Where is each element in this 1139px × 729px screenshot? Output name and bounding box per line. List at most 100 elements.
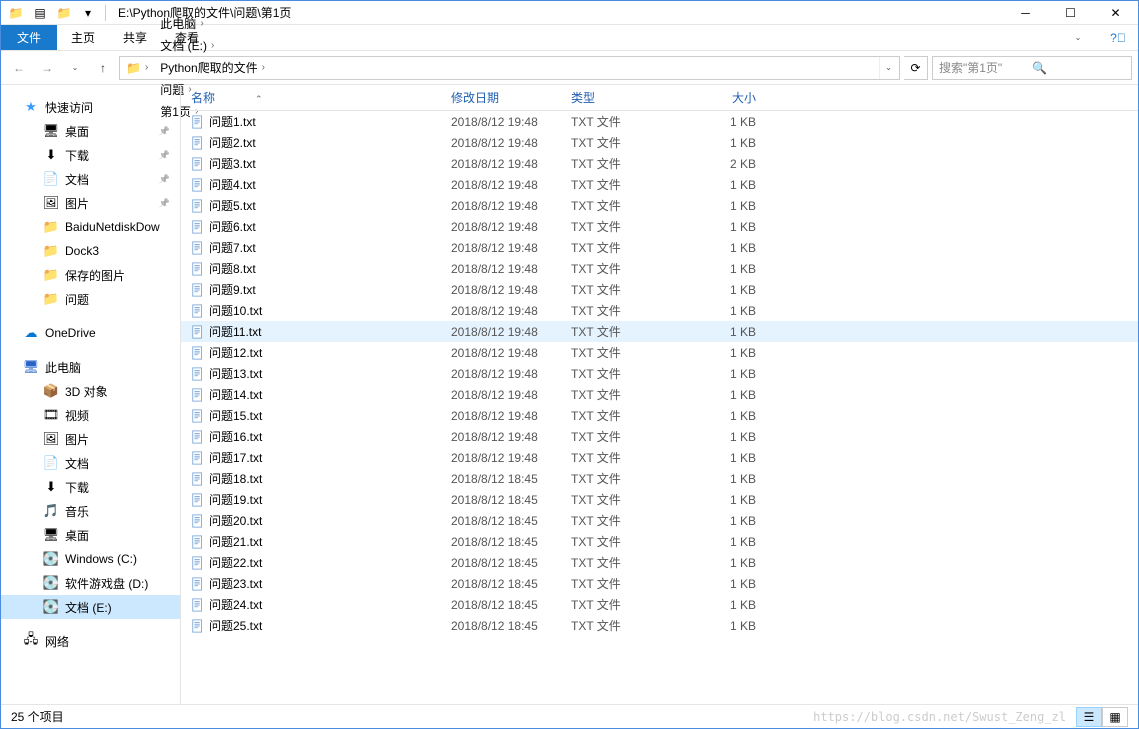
minimize-button[interactable]: ─ [1003, 1, 1048, 25]
sidebar-item[interactable]: 📦3D 对象 [1, 379, 180, 403]
thumbnails-view-button[interactable]: ▦ [1102, 707, 1128, 727]
file-row[interactable]: 问题22.txt 2018/8/12 18:45 TXT 文件 1 KB [181, 552, 1138, 573]
sidebar-item[interactable]: 🖥桌面 [1, 119, 180, 143]
breadcrumb-segment[interactable]: Python爬取的文件› [156, 57, 273, 79]
sidebar-item[interactable]: ⬇下载 [1, 475, 180, 499]
details-view-button[interactable]: ☰ [1076, 707, 1102, 727]
file-row[interactable]: 问题3.txt 2018/8/12 19:48 TXT 文件 2 KB [181, 153, 1138, 174]
txt-file-icon [191, 345, 209, 361]
file-row[interactable]: 问题20.txt 2018/8/12 18:45 TXT 文件 1 KB [181, 510, 1138, 531]
file-row[interactable]: 问题1.txt 2018/8/12 19:48 TXT 文件 1 KB [181, 111, 1138, 132]
txt-file-icon [191, 429, 209, 445]
file-row[interactable]: 问题9.txt 2018/8/12 19:48 TXT 文件 1 KB [181, 279, 1138, 300]
breadcrumb-segment[interactable]: 文档 (E:)› [156, 35, 273, 57]
file-row[interactable]: 问题4.txt 2018/8/12 19:48 TXT 文件 1 KB [181, 174, 1138, 195]
file-name: 问题25.txt [209, 617, 451, 634]
file-row[interactable]: 问题19.txt 2018/8/12 18:45 TXT 文件 1 KB [181, 489, 1138, 510]
header-date[interactable]: 修改日期 [451, 89, 571, 106]
file-size: 1 KB [686, 577, 756, 591]
breadcrumb-segment[interactable]: 此电脑› [156, 13, 273, 35]
tab-file[interactable]: 文件 [1, 25, 57, 50]
qat-dropdown-icon[interactable]: ▾ [77, 2, 99, 24]
sidebar-this-pc[interactable]: 🖥此电脑 [1, 355, 180, 379]
sidebar-item[interactable]: 📄文档 [1, 167, 180, 191]
sidebar-item[interactable]: 📄文档 [1, 451, 180, 475]
close-button[interactable]: ✕ [1093, 1, 1138, 25]
file-row[interactable]: 问题14.txt 2018/8/12 19:48 TXT 文件 1 KB [181, 384, 1138, 405]
file-row[interactable]: 问题5.txt 2018/8/12 19:48 TXT 文件 1 KB [181, 195, 1138, 216]
sidebar-item[interactable]: 🖼图片 [1, 427, 180, 451]
file-name: 问题14.txt [209, 386, 451, 403]
file-row[interactable]: 问题6.txt 2018/8/12 19:48 TXT 文件 1 KB [181, 216, 1138, 237]
help-icon[interactable]: ?⃝ [1098, 25, 1138, 50]
sidebar-item[interactable]: 🎞视频 [1, 403, 180, 427]
tab-home[interactable]: 主页 [57, 25, 109, 50]
txt-file-icon [191, 219, 209, 235]
file-row[interactable]: 问题25.txt 2018/8/12 18:45 TXT 文件 1 KB [181, 615, 1138, 636]
ribbon-expand-icon[interactable]: ⌄ [1058, 25, 1098, 50]
file-size: 1 KB [686, 283, 756, 297]
file-name: 问题22.txt [209, 554, 451, 571]
properties-icon[interactable]: ▤ [29, 2, 51, 24]
file-date: 2018/8/12 18:45 [451, 598, 571, 612]
tab-share[interactable]: 共享 [109, 25, 161, 50]
recent-dropdown[interactable]: ⌄ [63, 56, 87, 80]
sidebar-item[interactable]: 🖼图片 [1, 191, 180, 215]
file-row[interactable]: 问题21.txt 2018/8/12 18:45 TXT 文件 1 KB [181, 531, 1138, 552]
back-button[interactable]: ← [7, 56, 31, 80]
file-row[interactable]: 问题17.txt 2018/8/12 19:48 TXT 文件 1 KB [181, 447, 1138, 468]
path-dropdown-icon[interactable]: ⌄ [879, 57, 897, 79]
sidebar-item-label: 下载 [65, 147, 89, 164]
sidebar-item[interactable]: 💽Windows (C:) [1, 547, 180, 571]
sidebar-item[interactable]: 💽文档 (E:) [1, 595, 180, 619]
header-size[interactable]: 大小 [686, 89, 756, 106]
file-row[interactable]: 问题8.txt 2018/8/12 19:48 TXT 文件 1 KB [181, 258, 1138, 279]
file-row[interactable]: 问题2.txt 2018/8/12 19:48 TXT 文件 1 KB [181, 132, 1138, 153]
search-input[interactable]: 搜索"第1页" 🔍 [932, 56, 1132, 80]
file-row[interactable]: 问题13.txt 2018/8/12 19:48 TXT 文件 1 KB [181, 363, 1138, 384]
file-type: TXT 文件 [571, 155, 686, 172]
header-type[interactable]: 类型 [571, 89, 686, 106]
folder-icon: 📁 [5, 2, 27, 24]
file-name: 问题6.txt [209, 218, 451, 235]
file-row[interactable]: 问题23.txt 2018/8/12 18:45 TXT 文件 1 KB [181, 573, 1138, 594]
sidebar-item[interactable]: 🖥桌面 [1, 523, 180, 547]
sidebar-item[interactable]: ⬇下载 [1, 143, 180, 167]
qat-folder-icon[interactable]: 📁 [53, 2, 75, 24]
file-row[interactable]: 问题7.txt 2018/8/12 19:48 TXT 文件 1 KB [181, 237, 1138, 258]
breadcrumb[interactable]: 📁› 此电脑›文档 (E:)›Python爬取的文件›问题›第1页› ⌄ [119, 56, 900, 80]
file-row[interactable]: 问题24.txt 2018/8/12 18:45 TXT 文件 1 KB [181, 594, 1138, 615]
sidebar-item-label: Dock3 [65, 244, 99, 258]
sidebar-network[interactable]: 🖧网络 [1, 629, 180, 653]
header-name[interactable]: 名称⌃ [191, 89, 451, 106]
refresh-button[interactable]: ⟳ [904, 56, 928, 80]
sidebar-item[interactable]: 📁保存的图片 [1, 263, 180, 287]
file-row[interactable]: 问题11.txt 2018/8/12 19:48 TXT 文件 1 KB [181, 321, 1138, 342]
file-date: 2018/8/12 18:45 [451, 535, 571, 549]
txt-file-icon [191, 387, 209, 403]
file-row[interactable]: 问题16.txt 2018/8/12 19:48 TXT 文件 1 KB [181, 426, 1138, 447]
star-icon: ★ [23, 99, 39, 115]
up-button[interactable]: ↑ [91, 56, 115, 80]
sidebar-item[interactable]: 📁问题 [1, 287, 180, 311]
file-name: 问题9.txt [209, 281, 451, 298]
maximize-button[interactable]: ☐ [1048, 1, 1093, 25]
file-row[interactable]: 问题12.txt 2018/8/12 19:48 TXT 文件 1 KB [181, 342, 1138, 363]
sidebar-icon: 📄 [43, 455, 59, 471]
sidebar-onedrive[interactable]: ☁OneDrive [1, 321, 180, 345]
sidebar-item[interactable]: 💽软件游戏盘 (D:) [1, 571, 180, 595]
sidebar-icon: 📁 [43, 243, 59, 259]
sidebar-item[interactable]: 📁BaiduNetdiskDow [1, 215, 180, 239]
file-row[interactable]: 问题15.txt 2018/8/12 19:48 TXT 文件 1 KB [181, 405, 1138, 426]
file-list[interactable]: 问题1.txt 2018/8/12 19:48 TXT 文件 1 KB 问题2.… [181, 111, 1138, 704]
file-row[interactable]: 问题18.txt 2018/8/12 18:45 TXT 文件 1 KB [181, 468, 1138, 489]
sidebar-item[interactable]: 📁 Dock3 [1, 239, 180, 263]
txt-file-icon [191, 366, 209, 382]
sidebar-item[interactable]: 🎵音乐 [1, 499, 180, 523]
sidebar-item-label: 保存的图片 [65, 267, 125, 284]
sidebar-quick-access[interactable]: ★快速访问 [1, 95, 180, 119]
file-row[interactable]: 问题10.txt 2018/8/12 19:48 TXT 文件 1 KB [181, 300, 1138, 321]
breadcrumb-root-icon[interactable]: 📁› [122, 57, 156, 79]
forward-button[interactable]: → [35, 56, 59, 80]
txt-file-icon [191, 471, 209, 487]
